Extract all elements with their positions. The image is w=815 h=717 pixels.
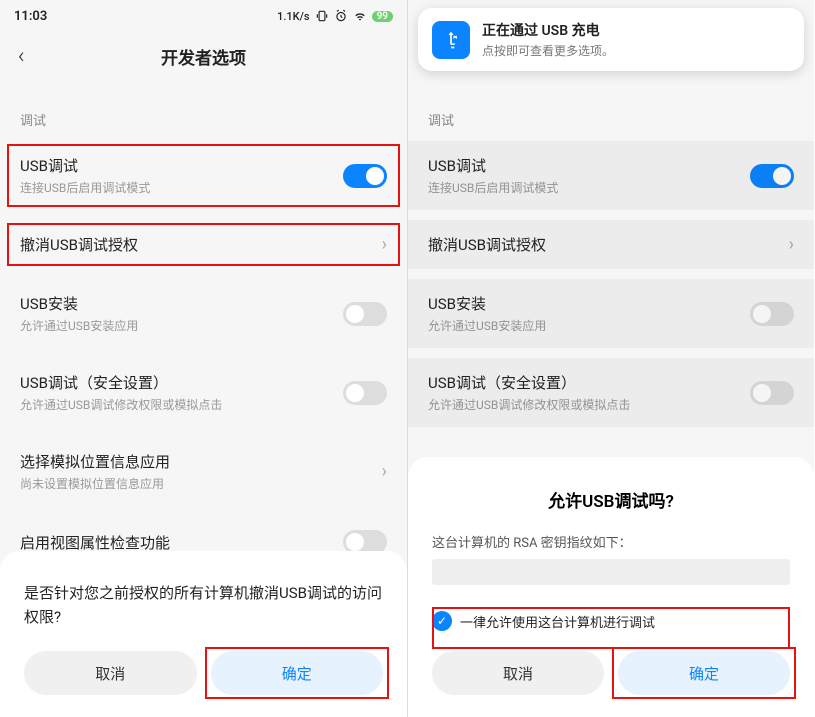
setting-revoke-auth[interactable]: 撤消USB调试授权 › xyxy=(0,220,407,269)
notification-title: 正在通过 USB 充电 xyxy=(482,20,614,40)
setting-usb-debug[interactable]: USB调试 连接USB后启用调试模式 xyxy=(408,141,814,210)
usb-install-title: USB安装 xyxy=(20,293,343,314)
setting-usb-debug[interactable]: USB调试 连接USB后启用调试模式 xyxy=(0,141,407,210)
chevron-right-icon: › xyxy=(382,461,387,482)
fingerprint-value xyxy=(432,559,790,585)
usb-install-subtitle: 允许通过USB安装应用 xyxy=(20,317,343,334)
usb-install-toggle[interactable] xyxy=(750,302,794,326)
usb-debug-subtitle: 连接USB后启用调试模式 xyxy=(20,179,343,196)
usb-debug-subtitle: 连接USB后启用调试模式 xyxy=(428,179,750,196)
usb-install-subtitle: 允许通过USB安装应用 xyxy=(428,317,750,334)
dialog-revoke: 是否针对您之前授权的所有计算机撤消USB调试的访问权限? 取消 确定 xyxy=(0,551,407,717)
confirm-button[interactable]: 确定 xyxy=(211,651,384,695)
dialog-allow-debug: 允许USB调试吗? 这台计算机的 RSA 密钥指纹如下： ✓ 一律允许使用这台计… xyxy=(408,457,814,717)
net-speed: 1.1K/s xyxy=(277,10,309,23)
notification-subtitle: 点按即可查看更多选项。 xyxy=(482,42,614,59)
dialog-title: 允许USB调试吗? xyxy=(432,487,790,512)
revoke-auth-title: 撤消USB调试授权 xyxy=(20,234,382,255)
usb-secure-toggle[interactable] xyxy=(343,381,387,405)
section-label-debug: 调试 xyxy=(0,80,407,141)
usb-icon xyxy=(432,21,470,59)
chevron-right-icon: › xyxy=(382,234,387,255)
page-title: 开发者选项 xyxy=(161,44,246,69)
usb-secure-toggle[interactable] xyxy=(750,381,794,405)
checkmark-icon: ✓ xyxy=(432,611,452,631)
usb-install-toggle[interactable] xyxy=(343,302,387,326)
cancel-button[interactable]: 取消 xyxy=(432,651,604,695)
usb-debug-title: USB调试 xyxy=(428,155,750,176)
usb-install-title: USB安装 xyxy=(428,293,750,314)
setting-usb-install[interactable]: USB安装 允许通过USB安装应用 xyxy=(0,279,407,348)
usb-secure-subtitle: 允许通过USB调试修改权限或模拟点击 xyxy=(20,396,343,413)
section-label-debug: 调试 xyxy=(408,80,814,141)
back-icon[interactable]: ‹ xyxy=(18,44,25,69)
usb-secure-title: USB调试（安全设置） xyxy=(428,372,750,393)
phone-right: ‹ 开发者选项 调试 USB调试 连接USB后启用调试模式 撤消USB调试授权 … xyxy=(407,0,814,717)
vibrate-icon xyxy=(315,9,329,23)
always-allow-checkbox[interactable]: ✓ 一律允许使用这台计算机进行调试 xyxy=(432,605,790,651)
mock-location-subtitle: 尚未设置模拟位置信息应用 xyxy=(20,475,382,492)
usb-secure-title: USB调试（安全设置） xyxy=(20,372,343,393)
mock-location-title: 选择模拟位置信息应用 xyxy=(20,451,382,472)
revoke-auth-title: 撤消USB调试授权 xyxy=(428,234,789,255)
usb-debug-title: USB调试 xyxy=(20,155,343,176)
confirm-button[interactable]: 确定 xyxy=(618,651,790,695)
notification-usb-charging[interactable]: 正在通过 USB 充电 点按即可查看更多选项。 xyxy=(418,8,804,71)
status-bar: 11:03 1.1K/s 99 xyxy=(0,0,407,32)
title-bar: ‹ 开发者选项 xyxy=(0,32,407,80)
setting-revoke-auth[interactable]: 撤消USB调试授权 › xyxy=(408,220,814,269)
wifi-icon xyxy=(353,9,367,23)
setting-mock-location[interactable]: 选择模拟位置信息应用 尚未设置模拟位置信息应用 › xyxy=(0,437,407,506)
usb-debug-toggle[interactable] xyxy=(343,164,387,188)
cancel-button[interactable]: 取消 xyxy=(24,651,197,695)
view-attr-title: 启用视图属性检查功能 xyxy=(20,532,343,553)
usb-secure-subtitle: 允许通过USB调试修改权限或模拟点击 xyxy=(428,396,750,413)
phone-left: 11:03 1.1K/s 99 ‹ 开发者选项 调试 USB调试 连接USB后启… xyxy=(0,0,407,717)
setting-usb-install[interactable]: USB安装 允许通过USB安装应用 xyxy=(408,279,814,348)
setting-usb-secure[interactable]: USB调试（安全设置） 允许通过USB调试修改权限或模拟点击 xyxy=(0,358,407,427)
fingerprint-label: 这台计算机的 RSA 密钥指纹如下： xyxy=(432,532,790,551)
alarm-icon xyxy=(334,9,348,23)
dialog-message: 是否针对您之前授权的所有计算机撤消USB调试的访问权限? xyxy=(24,581,383,629)
always-allow-label: 一律允许使用这台计算机进行调试 xyxy=(460,612,655,631)
status-time: 11:03 xyxy=(14,9,47,24)
battery-level: 99 xyxy=(372,11,393,22)
chevron-right-icon: › xyxy=(789,234,794,255)
setting-usb-secure[interactable]: USB调试（安全设置） 允许通过USB调试修改权限或模拟点击 xyxy=(408,358,814,427)
usb-debug-toggle[interactable] xyxy=(750,164,794,188)
